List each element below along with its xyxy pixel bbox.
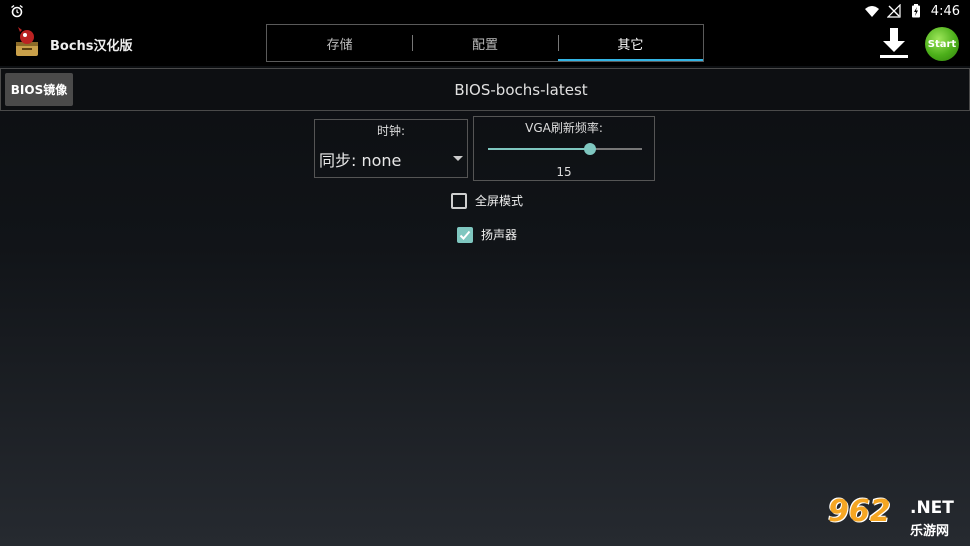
dropdown-caret-icon (453, 156, 463, 161)
bios-row: BIOS镜像 BIOS-bochs-latest (0, 68, 970, 111)
battery-charging-icon (911, 4, 920, 18)
bios-image-button[interactable]: BIOS镜像 (5, 73, 73, 106)
watermark-962: 962 (828, 494, 891, 529)
checkmark-icon (459, 230, 471, 240)
app-title: Bochs汉化版 (50, 39, 133, 54)
clock-select[interactable]: 同步: none (319, 147, 467, 171)
speaker-checkbox[interactable] (457, 226, 473, 243)
tab-other[interactable]: 其它 (557, 25, 704, 61)
vga-refresh-slider[interactable] (488, 143, 642, 155)
tab-storage[interactable]: 存储 (267, 25, 412, 61)
clock-label: 时钟: (376, 124, 406, 138)
bios-image-value[interactable]: BIOS-bochs-latest (73, 69, 969, 110)
slider-fill (488, 148, 590, 150)
bochs-logo-icon (16, 27, 38, 56)
start-button[interactable]: Start (925, 27, 959, 61)
watermark-sub: 乐游网 (910, 524, 950, 539)
wifi-icon (864, 6, 879, 17)
action-bar: Bochs汉化版 存储 配置 其它 Start (0, 22, 970, 66)
download-icon[interactable] (878, 26, 910, 60)
clock-setting: 时钟: 同步: none (314, 119, 468, 178)
fullscreen-option[interactable]: 全屏模式 (451, 192, 523, 209)
tab-bar: 存储 配置 其它 (266, 24, 704, 62)
speaker-label: 扬声器 (481, 228, 518, 242)
vga-refresh-label: VGA刷新频率: (525, 121, 603, 135)
clock-time: 4:46 (930, 3, 960, 19)
speaker-option[interactable]: 扬声器 (457, 226, 517, 243)
watermark-net: .NET (910, 498, 954, 518)
clock-select-value: 同步: none (319, 151, 402, 170)
tab-config[interactable]: 配置 (412, 25, 557, 61)
status-bar: 4:46 (0, 0, 970, 22)
slider-thumb[interactable] (583, 143, 596, 155)
no-signal-icon (886, 4, 901, 18)
vga-refresh-setting: VGA刷新频率: 15 (473, 116, 655, 181)
watermark-logo: 962 .NET 乐游网 (828, 494, 966, 542)
vga-refresh-value: 15 (556, 165, 572, 179)
alarm-icon (11, 4, 23, 18)
fullscreen-label: 全屏模式 (475, 194, 524, 208)
fullscreen-checkbox[interactable] (451, 192, 467, 209)
